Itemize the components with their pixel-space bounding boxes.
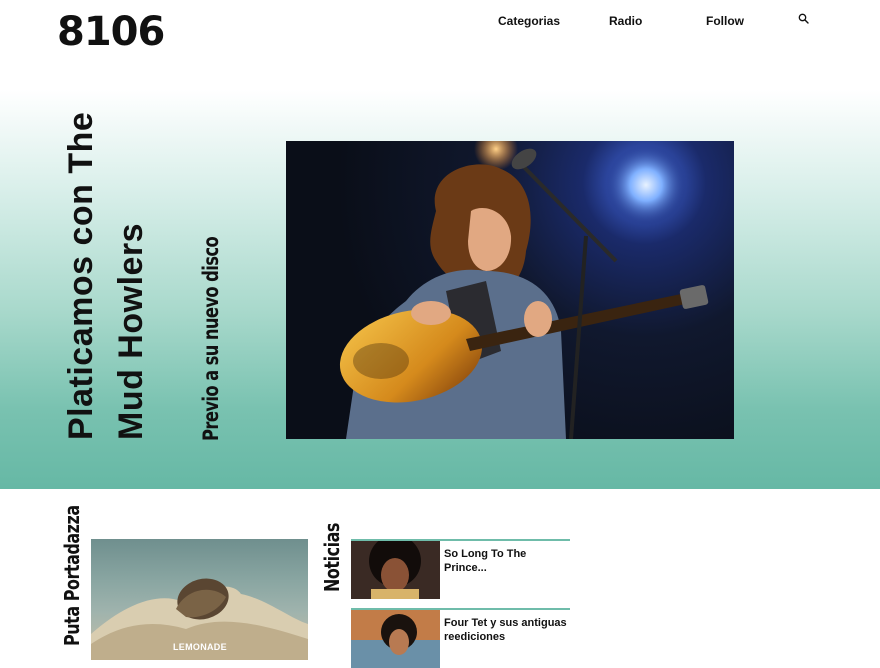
hero-title-line-2[interactable]: Mud Howlers	[112, 223, 151, 440]
nav-categorias[interactable]: Categorias	[498, 13, 560, 29]
album-cover-card[interactable]: LEMONADE	[91, 539, 308, 660]
hero-photo-guitarist[interactable]	[286, 141, 734, 439]
guitarist-illustration	[339, 141, 709, 439]
news-title[interactable]: Four Tet y sus antiguas reediciones	[444, 616, 570, 644]
news-thumbnail-image	[351, 541, 440, 599]
search-icon[interactable]	[797, 12, 811, 26]
nav-radio[interactable]: Radio	[609, 13, 642, 29]
section-label-noticias[interactable]: Noticias	[320, 523, 344, 592]
hero-title-line-1[interactable]: Platicamos con The	[62, 112, 101, 440]
site-header: 8106 Categorias Radio Follow	[0, 0, 880, 90]
news-item-prince[interactable]: So Long To The Prince...	[351, 539, 570, 599]
nav-follow[interactable]: Follow	[706, 13, 744, 29]
news-item-four-tet[interactable]: Four Tet y sus antiguas reediciones	[351, 608, 570, 668]
hero-subtitle: Previo a su nuevo disco	[199, 236, 223, 441]
album-cover-text: LEMONADE	[173, 642, 227, 652]
news-thumbnail[interactable]	[351, 610, 440, 668]
section-label-portada[interactable]: Puta Portadazza	[60, 505, 84, 646]
news-thumbnail-image	[351, 610, 440, 668]
news-title[interactable]: So Long To The Prince...	[444, 547, 570, 575]
site-logo[interactable]: 8106	[57, 8, 165, 56]
news-thumbnail[interactable]	[351, 541, 440, 599]
